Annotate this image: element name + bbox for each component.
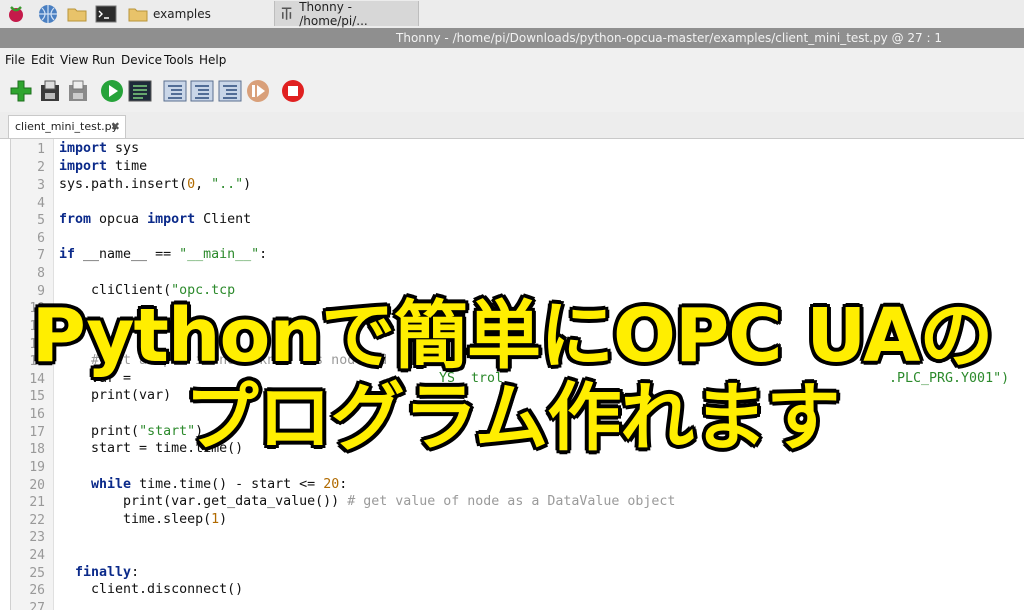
new-file-icon[interactable] <box>9 79 33 103</box>
number-literal: 20 <box>323 477 340 492</box>
file-manager-icon[interactable] <box>66 3 88 25</box>
step-over-icon[interactable] <box>163 79 187 103</box>
line-number: 2 <box>37 160 45 175</box>
raspberry-menu-icon[interactable] <box>5 3 27 25</box>
string-literal: ".." <box>211 177 244 192</box>
line-number: 1 <box>37 142 45 157</box>
save-file-icon[interactable] <box>66 79 90 103</box>
code-text: time.sleep( <box>59 512 212 527</box>
run-icon[interactable] <box>100 79 124 103</box>
code-line-22: time.sleep(1) <box>59 512 227 527</box>
taskbar-folder-label: examples <box>153 6 211 21</box>
code-line-21: print(var.get_data_value()) # get value … <box>59 494 675 509</box>
overlay-headline-line2: プログラム作れます <box>183 373 843 463</box>
code-text: time.time() - start <= <box>131 477 324 492</box>
line-number: 24 <box>29 548 45 563</box>
line-number: 22 <box>29 513 45 528</box>
code-text: , <box>195 177 212 192</box>
terminal-icon[interactable] <box>95 3 117 25</box>
window-title-bar: Thonny - /home/pi/Downloads/python-opcua… <box>0 28 1024 48</box>
open-file-icon[interactable] <box>38 79 62 103</box>
close-icon[interactable]: ✖ <box>111 120 120 133</box>
keyword: import <box>147 212 196 227</box>
menu-view[interactable]: View <box>60 53 88 67</box>
code-line-5: from opcua import Client <box>59 212 251 227</box>
line-number: 5 <box>37 213 45 228</box>
folder-icon <box>128 8 148 21</box>
code-text: : <box>131 565 140 580</box>
resume-icon[interactable] <box>246 79 270 103</box>
menu-help[interactable]: Help <box>199 53 226 67</box>
step-into-icon[interactable] <box>190 79 214 103</box>
keyword: from <box>59 212 92 227</box>
number-literal: 1 <box>211 512 220 527</box>
keyword: while <box>59 477 132 492</box>
code-text: print(var.get_data_value()) <box>59 494 348 509</box>
code-text: sys.path.insert( <box>59 177 188 192</box>
code-text: ) <box>243 177 252 192</box>
menu-bar: File Edit View Run Device Tools Help <box>0 48 1024 70</box>
code-line-2: import time <box>59 159 147 174</box>
keyword: import <box>59 159 108 174</box>
thonny-icon <box>281 7 292 20</box>
debug-icon[interactable] <box>128 79 152 103</box>
line-number: 6 <box>37 231 45 246</box>
menu-device[interactable]: Device <box>121 53 162 67</box>
taskbar-folder-examples[interactable]: examples <box>124 1 270 26</box>
code-line-20: while time.time() - start <= 20: <box>59 477 347 492</box>
toolbar <box>0 70 1024 112</box>
code-text: Client <box>195 212 252 227</box>
tab-label: client_mini_test.py <box>15 120 119 133</box>
line-number: 27 <box>29 601 45 610</box>
line-number: 20 <box>29 478 45 493</box>
step-out-icon[interactable] <box>218 79 242 103</box>
code-line-7: if __name__ == "__main__": <box>59 247 267 262</box>
taskbar-thonny-label: Thonny - /home/pi/... <box>299 0 368 28</box>
web-browser-icon[interactable] <box>37 3 59 25</box>
taskbar: examples Thonny - /home/pi/... <box>0 0 1024 29</box>
code-line-25: finally: <box>59 565 139 580</box>
line-number: 21 <box>29 495 45 510</box>
code-text: time <box>107 159 148 174</box>
stop-icon[interactable] <box>281 79 305 103</box>
code-text: : <box>259 247 268 262</box>
code-line-1: import sys <box>59 141 139 156</box>
keyword: if <box>59 247 76 262</box>
line-number: 23 <box>29 530 45 545</box>
code-text: : <box>339 477 348 492</box>
line-number: 7 <box>37 248 45 263</box>
code-text: ) <box>219 512 228 527</box>
code-text: sys <box>107 141 140 156</box>
code-line-3: sys.path.insert(0, "..") <box>59 177 251 192</box>
code-text: opcua <box>91 212 148 227</box>
code-text: __name__ == <box>75 247 180 262</box>
line-number: 26 <box>29 583 45 598</box>
taskbar-thonny[interactable]: Thonny - /home/pi/... <box>274 0 419 28</box>
menu-tools[interactable]: Tools <box>164 53 194 67</box>
menu-edit[interactable]: Edit <box>31 53 54 67</box>
keyword: import <box>59 141 108 156</box>
menu-file[interactable]: File <box>5 53 25 67</box>
comment: # get value of node as a DataValue objec… <box>347 494 676 509</box>
number-literal: 0 <box>187 177 196 192</box>
string-literal: "__main__" <box>179 247 260 262</box>
menu-run[interactable]: Run <box>92 53 115 67</box>
line-number: 3 <box>37 178 45 193</box>
tab-client-mini-test[interactable]: client_mini_test.py ✖ <box>8 115 126 138</box>
keyword: finally <box>59 565 132 580</box>
editor-tab-strip: client_mini_test.py ✖ <box>0 112 1024 139</box>
code-line-26: client.disconnect() <box>59 582 243 597</box>
window-title: Thonny - /home/pi/Downloads/python-opcua… <box>396 31 942 45</box>
code-text: client.disconnect() <box>59 582 244 597</box>
line-number: 25 <box>29 566 45 581</box>
line-number: 4 <box>37 196 45 211</box>
